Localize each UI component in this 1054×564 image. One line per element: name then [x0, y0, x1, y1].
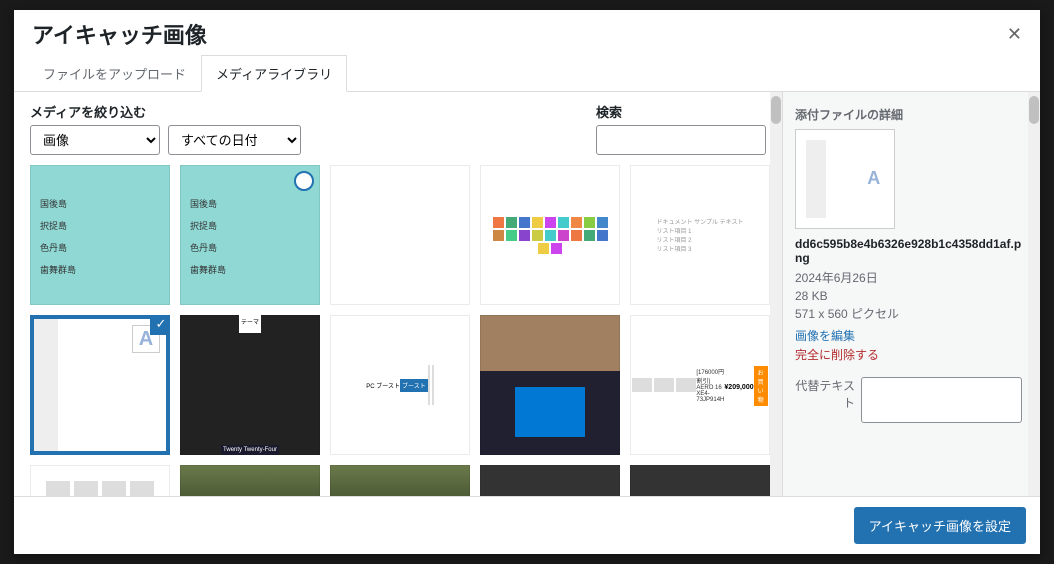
media-item[interactable] [630, 465, 770, 496]
modal-footer: アイキャッチ画像を設定 [14, 496, 1040, 554]
attachment-details-sidebar: 添付ファイルの詳細 A dd6c595b8e4b6326e928b1c4358d… [782, 92, 1040, 496]
filter-date-select[interactable]: すべての日付 [168, 125, 301, 155]
filter-bar: メディアを絞り込む 画像 すべての日付 検索 [30, 102, 766, 155]
tab-upload[interactable]: ファイルをアップロード [28, 55, 201, 92]
set-featured-image-button[interactable]: アイキャッチ画像を設定 [854, 507, 1026, 544]
alt-text-field: 代替テキスト [795, 377, 1028, 423]
filter-group: メディアを絞り込む 画像 すべての日付 [30, 102, 301, 155]
close-button[interactable]: ✕ [1007, 24, 1022, 45]
search-label: 検索 [596, 102, 766, 121]
media-item[interactable] [30, 465, 170, 496]
detail-dimensions: 571 x 560 ピクセル [795, 305, 1028, 323]
tabs: ファイルをアップロード メディアライブラリ [14, 54, 1040, 92]
media-item[interactable] [180, 165, 320, 305]
detail-thumbnail: A [795, 129, 895, 229]
media-item[interactable] [30, 165, 170, 305]
crop-icon [294, 171, 314, 191]
media-item[interactable]: テーマTwenty Twenty-Four [180, 315, 320, 455]
scrollbar[interactable] [770, 92, 782, 496]
media-item[interactable] [330, 465, 470, 496]
modal-header: アイキャッチ画像 ✕ [14, 10, 1040, 54]
media-item[interactable]: PC ブーストブースト [330, 315, 470, 455]
media-item[interactable] [180, 465, 320, 496]
media-item[interactable] [480, 315, 620, 455]
check-icon: ✓ [150, 315, 170, 335]
search-input[interactable] [596, 125, 766, 155]
modal-title: アイキャッチ画像 [32, 18, 207, 50]
modal-body: メディアを絞り込む 画像 すべての日付 検索 ドキュメント サンプル テキストリ… [14, 92, 1040, 496]
featured-image-modal: アイキャッチ画像 ✕ ファイルをアップロード メディアライブラリ メディアを絞り… [14, 10, 1040, 554]
detail-date: 2024年6月26日 [795, 269, 1028, 287]
main-panel: メディアを絞り込む 画像 すべての日付 検索 ドキュメント サンプル テキストリ… [14, 92, 782, 496]
detail-size: 28 KB [795, 287, 1028, 305]
media-item-selected[interactable]: ✓ A [30, 315, 170, 455]
details-heading: 添付ファイルの詳細 [795, 106, 1028, 123]
scrollbar[interactable] [1028, 92, 1040, 496]
media-item[interactable]: [176000円割引] AERO 16 XE4-73JP914H¥209,000… [630, 315, 770, 455]
filter-type-select[interactable]: 画像 [30, 125, 160, 155]
media-item[interactable] [480, 165, 620, 305]
alt-text-label: 代替テキスト [795, 377, 855, 411]
tab-media-library[interactable]: メディアライブラリ [201, 55, 347, 92]
edit-image-link[interactable]: 画像を編集 [795, 327, 1028, 344]
alt-text-input[interactable] [861, 377, 1022, 423]
media-grid: ドキュメント サンプル テキストリスト項目 1リスト項目 2リスト項目 3 ✓ … [30, 165, 766, 496]
media-item[interactable] [480, 465, 620, 496]
delete-permanently-link[interactable]: 完全に削除する [795, 346, 1028, 363]
search-group: 検索 [596, 102, 766, 155]
filter-label: メディアを絞り込む [30, 102, 301, 121]
media-item[interactable] [330, 165, 470, 305]
detail-filename: dd6c595b8e4b6326e928b1c4358dd1af.png [795, 237, 1028, 265]
media-item[interactable]: ドキュメント サンプル テキストリスト項目 1リスト項目 2リスト項目 3 [630, 165, 770, 305]
